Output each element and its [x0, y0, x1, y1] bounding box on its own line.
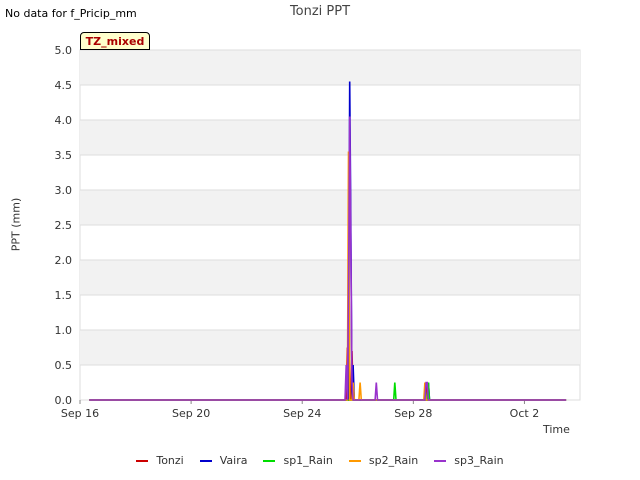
x-tick-label: Sep 28 [394, 407, 432, 420]
legend-swatch [199, 460, 212, 462]
y-axis-label: PPT (mm) [9, 197, 23, 252]
legend-item: sp2_Rain [348, 454, 419, 467]
x-tick-label: Oct 2 [510, 407, 540, 420]
plot-band [80, 120, 580, 155]
y-tick-label: 3.5 [55, 149, 73, 162]
x-tick-label: Sep 24 [283, 407, 321, 420]
x-tick-label: Sep 16 [61, 407, 99, 420]
legend: Tonzi Vaira sp1_Rain sp2_Rain sp3_Rain [0, 454, 640, 467]
tz-mixed-badge: TZ_mixed [80, 32, 150, 50]
x-tick-label: Sep 20 [172, 407, 210, 420]
plot-band [80, 260, 580, 295]
legend-swatch [434, 460, 447, 462]
legend-swatch [348, 460, 361, 462]
x-axis-ticks: Sep 16 Sep 20 Sep 24 Sep 28 Oct 2 [61, 400, 539, 420]
y-tick-label: 1.5 [55, 289, 73, 302]
y-tick-label: 2.0 [55, 254, 73, 267]
chart-area: 0.0 0.5 1.0 1.5 2.0 2.5 3.0 3.5 4.0 4.5 5.0 Sep 16… [55, 44, 581, 420]
legend-label: sp1_Rain [283, 454, 333, 467]
legend-item: sp3_Rain [434, 454, 504, 467]
legend-label: sp2_Rain [368, 454, 419, 467]
legend-item: Tonzi [136, 454, 184, 467]
y-tick-label: 0.0 [55, 394, 73, 407]
plot-band [80, 330, 580, 365]
y-tick-label: 3.0 [55, 184, 73, 197]
y-tick-label: 4.5 [55, 79, 73, 92]
legend-label: Tonzi [156, 454, 184, 467]
legend-swatch [263, 460, 276, 462]
y-tick-label: 2.5 [55, 219, 73, 232]
legend-label: sp3_Rain [454, 454, 504, 467]
y-tick-label: 1.0 [55, 324, 73, 337]
legend-swatch [136, 460, 149, 462]
x-axis-label: Time [543, 423, 570, 436]
legend-item: sp1_Rain [263, 454, 333, 467]
plot-band [80, 50, 580, 85]
y-tick-label: 4.0 [55, 114, 73, 127]
y-tick-label: 5.0 [55, 44, 73, 57]
legend-item: Vaira [199, 454, 248, 467]
y-axis-ticks: 0.0 0.5 1.0 1.5 2.0 2.5 3.0 3.5 4.0 4.5 5.0 [55, 44, 73, 407]
legend-label: Vaira [219, 454, 248, 467]
y-tick-label: 0.5 [55, 359, 73, 372]
plot-band [80, 190, 580, 225]
